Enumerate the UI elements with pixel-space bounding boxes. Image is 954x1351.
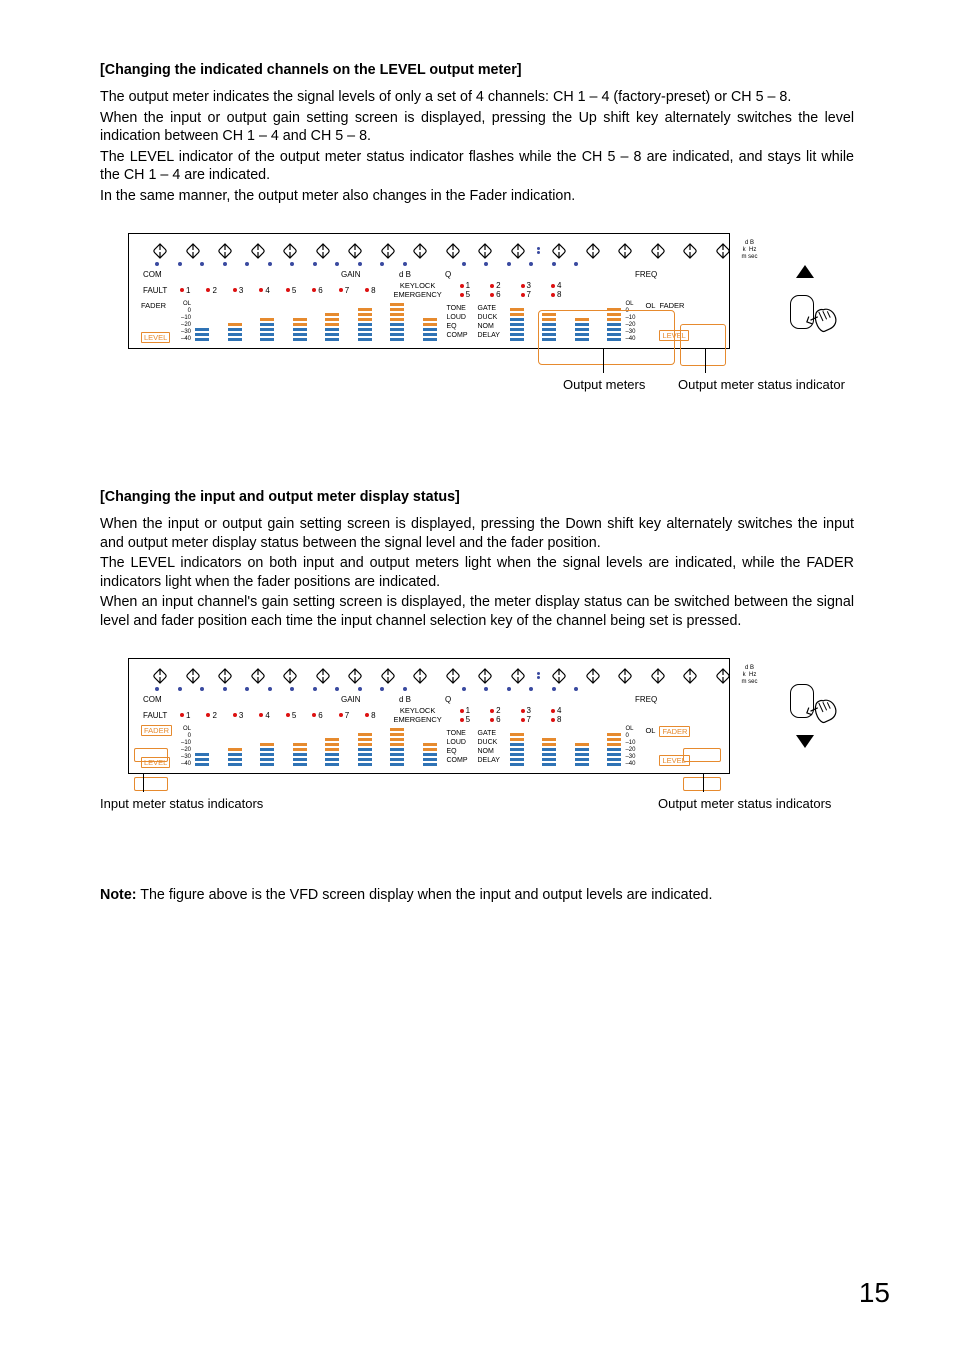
triangle-up-icon	[796, 265, 814, 278]
meter	[325, 301, 339, 341]
encoder-icon	[381, 243, 395, 259]
meter	[607, 726, 621, 766]
meter	[325, 726, 339, 766]
meter	[195, 726, 209, 766]
meter	[358, 301, 372, 341]
figure1-callouts: Output meters Output meter status indica…	[128, 349, 854, 404]
encoder-icon	[348, 668, 362, 684]
header-labels: COMGAINd BQFREQ	[135, 270, 723, 282]
encoder-icon	[153, 668, 167, 684]
meter	[510, 301, 524, 341]
meter	[575, 301, 589, 341]
meter	[423, 726, 437, 766]
meter	[228, 301, 242, 341]
header-labels: COMGAINd BQFREQ	[135, 695, 723, 707]
encoder-icon	[283, 668, 297, 684]
encoder-row: d Bk Hzm sec	[153, 665, 723, 686]
encoder-icon	[316, 243, 330, 259]
meter	[607, 301, 621, 341]
paragraph: The output meter indicates the signal le…	[100, 88, 854, 107]
encoder-icon	[446, 243, 460, 259]
figure-level-ch: d Bk Hzm sec COMGAINd BQFREQFAULT12345678…	[128, 233, 854, 349]
encoder-icon	[478, 668, 492, 684]
triangle-down-icon	[796, 735, 814, 748]
encoder-icon	[716, 243, 730, 259]
encoder-icon	[186, 243, 200, 259]
encoder-icon	[511, 668, 525, 684]
meter	[390, 301, 404, 341]
encoder-icon	[381, 668, 395, 684]
fault-row: FAULT12345678KEYLOCKEMERGENCY12345678	[143, 706, 723, 724]
meter	[423, 301, 437, 341]
fault-row: FAULT12345678KEYLOCKEMERGENCY12345678	[143, 281, 723, 299]
meter-band: FADERLEVELOL0–10–20–30–40TONEGATELOUDDUC…	[135, 301, 723, 343]
page-number: 15	[859, 1277, 890, 1309]
encoder-icon	[218, 243, 232, 259]
callout-output-indicator: Output meter status indicator	[678, 377, 845, 392]
paragraph: The LEVEL indicator of the output meter …	[100, 148, 854, 185]
encoder-icon	[413, 668, 427, 684]
callout-input-indicators: Input meter status indicators	[100, 796, 263, 811]
unit-stack: d Bk Hzm sec	[742, 240, 758, 261]
encoder-icon	[586, 243, 600, 259]
paragraph: When the input or output gain setting sc…	[100, 515, 854, 552]
encoder-icon	[552, 243, 566, 259]
meter	[510, 726, 524, 766]
encoder-icon	[511, 243, 525, 259]
encoder-icon	[413, 243, 427, 259]
encoder-icon	[348, 243, 362, 259]
meter	[260, 726, 274, 766]
meter	[195, 301, 209, 341]
meter	[293, 726, 307, 766]
encoder-icon	[618, 668, 632, 684]
encoder-icon	[651, 243, 665, 259]
encoder-icon	[251, 668, 265, 684]
unit-stack: d Bk Hzm sec	[742, 665, 758, 686]
meter	[542, 726, 556, 766]
encoder-icon	[683, 668, 697, 684]
callout-output-indicators: Output meter status indicators	[658, 796, 831, 811]
meter	[293, 301, 307, 341]
note: Note: The figure above is the VFD screen…	[100, 887, 854, 903]
section-title-meter-status: [Changing the input and output meter dis…	[100, 489, 854, 505]
meter	[260, 301, 274, 341]
section-title-level-ch: [Changing the indicated channels on the …	[100, 62, 854, 78]
vfd-panel: d Bk Hzm sec COMGAINd BQFREQFAULT12345678…	[128, 658, 730, 774]
down-shift-key[interactable]	[768, 670, 843, 760]
encoder-icon	[651, 668, 665, 684]
meter	[542, 301, 556, 341]
encoder-icon	[683, 243, 697, 259]
meter	[390, 726, 404, 766]
paragraph: The LEVEL indicators on both input and o…	[100, 554, 854, 591]
paragraph: In the same manner, the output meter als…	[100, 187, 854, 206]
paragraph: When the input or output gain setting sc…	[100, 109, 854, 146]
encoder-icon	[218, 668, 232, 684]
encoder-icon	[153, 243, 167, 259]
encoder-row: d Bk Hzm sec	[153, 240, 723, 261]
meter	[575, 726, 589, 766]
encoder-icon	[316, 668, 330, 684]
encoder-icon	[446, 668, 460, 684]
up-shift-key[interactable]	[768, 245, 843, 335]
meter	[228, 726, 242, 766]
vfd-panel: d Bk Hzm sec COMGAINd BQFREQFAULT12345678…	[128, 233, 730, 349]
encoder-icon	[283, 243, 297, 259]
encoder-icon	[186, 668, 200, 684]
encoder-icon	[251, 243, 265, 259]
encoder-icon	[618, 243, 632, 259]
figure-meter-status: d Bk Hzm sec COMGAINd BQFREQFAULT12345678…	[128, 658, 854, 774]
figure2-callouts: Input meter status indicators Output met…	[128, 774, 854, 829]
meter	[358, 726, 372, 766]
encoder-icon	[716, 668, 730, 684]
callout-output-meters: Output meters	[563, 377, 645, 392]
paragraph: When an input channel's gain setting scr…	[100, 593, 854, 630]
encoder-icon	[478, 243, 492, 259]
encoder-icon	[552, 668, 566, 684]
meter-band: FADERLEVELOL0–10–20–30–40TONEGATELOUDDUC…	[135, 726, 723, 768]
encoder-icon	[586, 668, 600, 684]
